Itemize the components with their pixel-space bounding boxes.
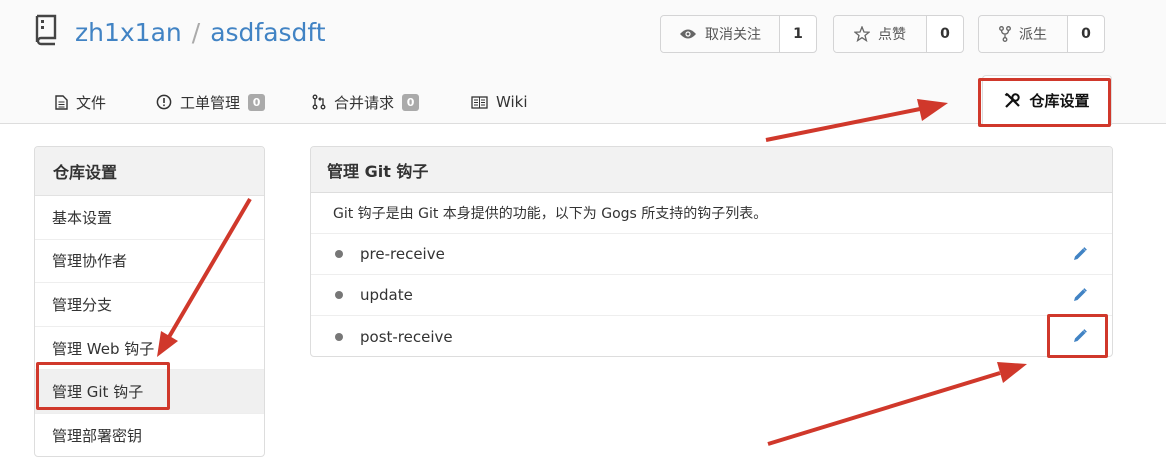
issue-icon	[156, 94, 172, 110]
book-icon	[471, 95, 488, 109]
tab-pull-requests-label: 合并请求	[334, 93, 395, 112]
git-hooks-panel: 管理 Git 钩子 Git 钩子是由 Git 本身提供的功能，以下为 Gogs …	[310, 146, 1113, 357]
sidebar-item-collaborators[interactable]: 管理协作者	[35, 240, 264, 284]
pencil-icon[interactable]	[1072, 287, 1088, 303]
page: zh1x1an / asdfasdft 取消关注 1 点赞 0 派生 0 文件 …	[0, 0, 1166, 473]
watch-button-group: 取消关注 1	[660, 15, 817, 53]
panel-description: Git 钩子是由 Git 本身提供的功能，以下为 Gogs 所支持的钩子列表。	[311, 193, 1112, 234]
unwatch-button[interactable]: 取消关注	[661, 16, 780, 52]
issues-count-badge: 0	[248, 93, 266, 111]
sidebar-title: 仓库设置	[35, 147, 264, 196]
fork-button-group: 派生 0	[978, 15, 1105, 53]
pull-request-icon	[312, 94, 326, 110]
sidebar-item-basic-settings[interactable]: 基本设置	[35, 196, 264, 240]
settings-sidebar: 仓库设置 基本设置 管理协作者 管理分支 管理 Web 钩子 管理 Git 钩子…	[34, 146, 265, 457]
panel-title: 管理 Git 钩子	[311, 147, 1112, 193]
repo-separator: /	[191, 18, 201, 47]
hook-row: pre-receive	[311, 234, 1112, 275]
bullet-icon	[335, 332, 343, 341]
arrow-to-edit-button	[767, 362, 1027, 446]
tab-wiki[interactable]: Wiki	[471, 80, 528, 124]
repo-owner-link[interactable]: zh1x1an	[75, 18, 182, 47]
fork-count[interactable]: 0	[1068, 16, 1104, 52]
bullet-icon	[335, 250, 343, 258]
pencil-icon[interactable]	[1072, 246, 1088, 262]
hook-name: post-receive	[360, 327, 453, 346]
annotation-highlight-edit-button	[1047, 314, 1108, 358]
annotation-highlight-git-hooks-item	[36, 362, 170, 410]
hook-row: post-receive	[311, 316, 1112, 356]
eye-icon	[680, 29, 696, 39]
tab-pull-requests[interactable]: 合并请求 0	[312, 80, 420, 124]
fork-label: 派生	[1019, 27, 1047, 43]
star-icon	[854, 26, 870, 42]
pull-requests-count-badge: 0	[402, 93, 420, 111]
hook-row: update	[311, 275, 1112, 316]
fork-button[interactable]: 派生	[979, 16, 1068, 52]
tab-files-label: 文件	[76, 93, 107, 112]
file-icon	[55, 94, 68, 110]
fork-icon	[999, 26, 1011, 42]
repo-icon	[35, 14, 57, 46]
star-button[interactable]: 点赞	[834, 16, 927, 52]
repo-title: zh1x1an / asdfasdft	[75, 18, 326, 47]
tab-issues-label: 工单管理	[180, 93, 241, 112]
annotation-highlight-settings-tab	[978, 78, 1111, 127]
sidebar-item-deploy-keys[interactable]: 管理部署密钥	[35, 414, 264, 456]
hook-name: update	[360, 286, 413, 304]
star-button-group: 点赞 0	[833, 15, 964, 53]
hook-name: pre-receive	[360, 245, 445, 263]
tab-wiki-label: Wiki	[496, 93, 528, 111]
bullet-icon	[335, 291, 343, 299]
star-label: 点赞	[878, 27, 906, 43]
unwatch-label: 取消关注	[705, 27, 761, 43]
sidebar-item-branches[interactable]: 管理分支	[35, 283, 264, 327]
tab-files[interactable]: 文件	[55, 80, 106, 124]
tab-issues[interactable]: 工单管理 0	[156, 80, 266, 124]
star-count[interactable]: 0	[927, 16, 963, 52]
repo-name-link[interactable]: asdfasdft	[210, 18, 325, 47]
watch-count[interactable]: 1	[780, 16, 816, 52]
